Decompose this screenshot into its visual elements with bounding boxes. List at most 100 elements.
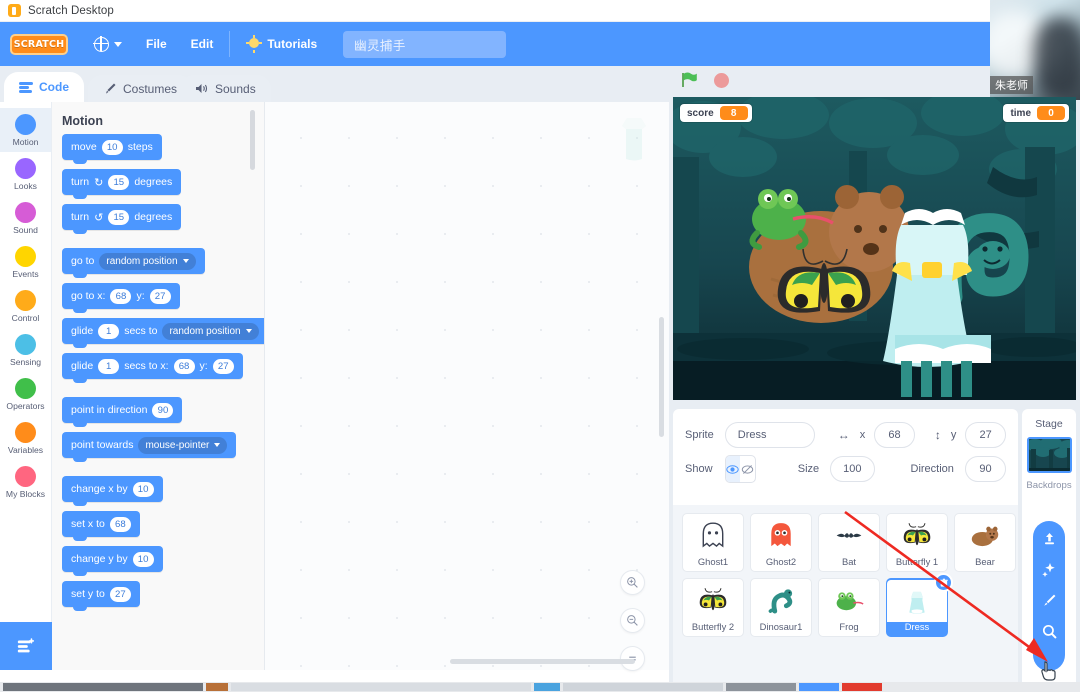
taskbar-item[interactable] bbox=[726, 683, 796, 691]
block-number-input[interactable]: 15 bbox=[108, 174, 130, 190]
block-number-input[interactable]: 10 bbox=[101, 139, 123, 155]
block-number-input[interactable]: 10 bbox=[132, 551, 154, 567]
stop-sign-icon[interactable] bbox=[714, 72, 729, 88]
show-visible-button[interactable] bbox=[725, 456, 741, 482]
sprite-item-label: Dinosaur1 bbox=[759, 621, 803, 632]
sprite-item[interactable]: Bear bbox=[954, 513, 1016, 572]
block-glide-secs-to-xy[interactable]: glide 1 secs to x: 68 y: 27 bbox=[62, 353, 243, 383]
taskbar-item[interactable] bbox=[842, 683, 882, 691]
category-my-blocks[interactable]: My Blocks bbox=[0, 460, 51, 504]
taskbar-item[interactable] bbox=[799, 683, 839, 691]
sprite-item[interactable]: Butterfly 1 bbox=[886, 513, 948, 572]
language-menu[interactable] bbox=[82, 22, 134, 66]
green-flag-icon[interactable] bbox=[680, 71, 698, 89]
block-point-in-direction[interactable]: point in direction 90 bbox=[62, 397, 183, 427]
palette-scrollbar[interactable] bbox=[250, 110, 255, 170]
block-number-input[interactable]: 68 bbox=[109, 516, 131, 532]
magnifier-icon[interactable] bbox=[1041, 623, 1058, 640]
sparkle-icon[interactable] bbox=[1041, 561, 1058, 578]
sprite-item[interactable]: Dinosaur1 bbox=[750, 578, 812, 637]
taskbar-item[interactable] bbox=[534, 683, 560, 691]
category-looks[interactable]: Looks bbox=[0, 152, 51, 196]
y-arrow-icon: ↕ bbox=[934, 428, 941, 442]
x-input[interactable]: 68 bbox=[874, 422, 915, 448]
stage-selector-panel[interactable]: Stage Backdrops bbox=[1022, 409, 1076, 692]
sprite-item[interactable]: Ghost1 bbox=[682, 513, 744, 572]
taskbar-item[interactable] bbox=[563, 683, 723, 691]
zoom-out-button[interactable] bbox=[620, 608, 645, 633]
block-number-input[interactable]: 68 bbox=[110, 288, 132, 304]
scratch-logo[interactable]: SCRATCH bbox=[10, 33, 68, 55]
tab-code[interactable]: Code bbox=[4, 72, 84, 102]
block-change-y-by[interactable]: change y by 10 bbox=[62, 546, 163, 576]
block-point-towards[interactable]: point towards mouse-pointer bbox=[62, 432, 237, 462]
category-sensing[interactable]: Sensing bbox=[0, 328, 51, 372]
block-number-input[interactable]: 15 bbox=[108, 209, 130, 225]
category-operators[interactable]: Operators bbox=[0, 372, 51, 416]
tab-sounds[interactable]: Sounds bbox=[180, 75, 271, 102]
paintbrush-icon[interactable] bbox=[1041, 592, 1058, 609]
code-workspace[interactable] bbox=[264, 102, 669, 671]
sprite-item[interactable]: Ghost2 bbox=[750, 513, 812, 572]
block-go-to[interactable]: go to random position bbox=[62, 248, 205, 278]
delete-sprite-button[interactable] bbox=[934, 573, 953, 592]
backdrop-thumbnail[interactable] bbox=[1026, 437, 1072, 473]
menu-bar: SCRATCH File Edit Tutorials 幽灵捕手 bbox=[0, 22, 1009, 66]
speaker-icon bbox=[195, 82, 209, 95]
category-motion[interactable]: Motion bbox=[0, 108, 51, 152]
block-number-input[interactable]: 27 bbox=[212, 358, 234, 374]
stage-canvas[interactable]: score 8 time 0 bbox=[673, 97, 1076, 400]
show-hidden-button[interactable] bbox=[740, 456, 755, 482]
block-number-input[interactable]: 90 bbox=[152, 402, 174, 418]
block-go-to-xy[interactable]: go to x: 68 y: 27 bbox=[62, 283, 180, 313]
tutorials-menu[interactable]: Tutorials bbox=[234, 22, 329, 66]
sprite-item[interactable]: Frog bbox=[818, 578, 880, 637]
taskbar-item[interactable] bbox=[231, 683, 531, 691]
menu-divider bbox=[229, 31, 231, 57]
direction-input[interactable]: 90 bbox=[964, 456, 1006, 482]
workspace-hscrollbar[interactable] bbox=[450, 659, 635, 664]
category-variables[interactable]: Variables bbox=[0, 416, 51, 460]
block-dropdown[interactable]: mouse-pointer bbox=[138, 436, 228, 454]
time-monitor[interactable]: time 0 bbox=[1003, 104, 1069, 122]
block-set-y-to[interactable]: set y to 27 bbox=[62, 581, 140, 611]
block-number-input[interactable]: 27 bbox=[109, 586, 131, 602]
taskbar-item[interactable] bbox=[3, 683, 203, 691]
sprite-name-input[interactable]: Dress bbox=[724, 422, 815, 448]
edit-menu[interactable]: Edit bbox=[179, 22, 226, 66]
workspace-vscrollbar[interactable] bbox=[659, 317, 664, 437]
project-name-input[interactable]: 幽灵捕手 bbox=[343, 30, 507, 58]
block-turn-right-degrees[interactable]: turn ↻ 15 degrees bbox=[62, 169, 182, 199]
block-change-x-by[interactable]: change x by 10 bbox=[62, 476, 163, 506]
block-dropdown[interactable]: random position bbox=[162, 322, 259, 340]
block-palette[interactable]: Motion move 10 steps turn ↻ 15 degrees turn ↺ 15 d… bbox=[52, 102, 264, 670]
category-events[interactable]: Events bbox=[0, 240, 51, 284]
x-arrow-icon: ↔ bbox=[837, 428, 850, 442]
category-label: Events bbox=[12, 268, 39, 279]
tab-costumes[interactable]: Costumes bbox=[88, 75, 193, 102]
block-number-input[interactable]: 1 bbox=[98, 358, 120, 374]
sprite-list: Ghost1 Ghost2 Bat Butterfly 1 Bear Butterfly … bbox=[673, 505, 1018, 692]
block-turn-left-degrees[interactable]: turn ↺ 15 degrees bbox=[62, 204, 182, 234]
block-number-input[interactable]: 10 bbox=[132, 481, 154, 497]
file-menu[interactable]: File bbox=[134, 22, 179, 66]
upload-icon[interactable] bbox=[1041, 530, 1058, 547]
score-monitor[interactable]: score 8 bbox=[680, 104, 752, 122]
category-sound[interactable]: Sound bbox=[0, 196, 51, 240]
sprite-item[interactable]: Butterfly 2 bbox=[682, 578, 744, 637]
block-number-input[interactable]: 68 bbox=[173, 358, 195, 374]
block-number-input[interactable]: 1 bbox=[98, 323, 120, 339]
block-dropdown[interactable]: random position bbox=[99, 252, 196, 270]
sprite-item[interactable]: Bat bbox=[818, 513, 880, 572]
block-set-x-to[interactable]: set x to 68 bbox=[62, 511, 140, 541]
zoom-in-button[interactable] bbox=[620, 570, 645, 595]
taskbar-item[interactable] bbox=[206, 683, 228, 691]
size-input[interactable]: 100 bbox=[830, 456, 875, 482]
category-control[interactable]: Control bbox=[0, 284, 51, 328]
add-extension-button[interactable] bbox=[0, 622, 52, 670]
block-move-steps[interactable]: move 10 steps bbox=[62, 134, 162, 164]
block-glide-secs-to[interactable]: glide 1 secs to random position bbox=[62, 318, 264, 348]
sprite-item[interactable]: Dress bbox=[886, 573, 953, 637]
block-number-input[interactable]: 27 bbox=[149, 288, 171, 304]
y-input[interactable]: 27 bbox=[965, 422, 1006, 448]
